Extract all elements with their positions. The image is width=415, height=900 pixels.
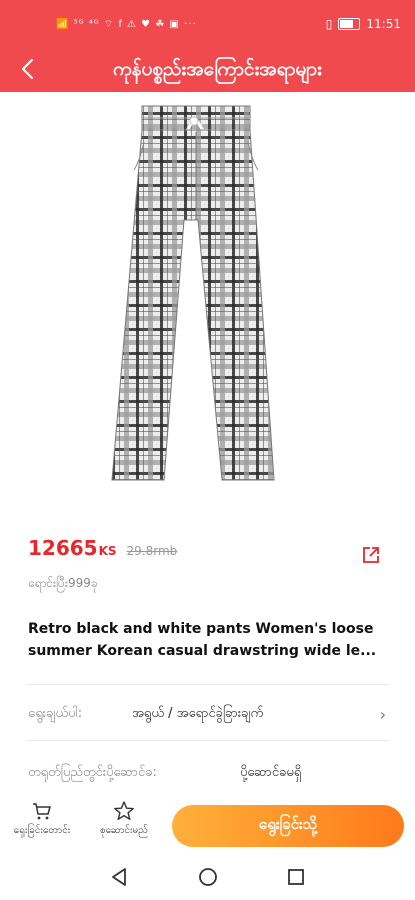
price-row: 12665KS 29.8rmb xyxy=(28,536,177,560)
divider xyxy=(28,740,390,741)
divider xyxy=(28,684,390,685)
star-icon xyxy=(114,801,134,820)
product-title: Retro black and white pants Women's loos… xyxy=(28,618,393,662)
spec-value: အရွယ် / အရောင်ခွဲခြားချက် xyxy=(132,706,264,721)
nav-home-icon[interactable] xyxy=(196,865,220,889)
status-icons: 📶 ⁵ᴳ ⁴ᴳ ⌔ f ⚠ ♥ ☘ ▣ ··· xyxy=(56,19,197,30)
buy-button[interactable]: ရွေးခြင်းသို့ xyxy=(172,805,404,847)
bottom-action-bar: ရှေးခြင်းတောင်း စုဆောင်းမည် ရွေးခြင်းသို… xyxy=(0,795,415,855)
chevron-right-icon: › xyxy=(379,705,386,724)
back-icon[interactable] xyxy=(14,54,44,84)
spec-label: ရွေးချယ်ပါ: xyxy=(28,706,83,721)
page-title: ကုန်ပစ္စည်းအကြောင်းအရာများ xyxy=(113,58,322,80)
product-title-line-1: Retro black and white pants Women's loos… xyxy=(28,621,374,637)
shipping-label: တရုတ်ပြည်တွင်းပို့ဆောင်ခ: xyxy=(28,765,157,780)
product-title-line-2: summer Korean casual drawstring wide le.… xyxy=(28,643,377,659)
status-right: ▯ 11:51 xyxy=(326,17,401,31)
share-icon[interactable] xyxy=(361,545,381,565)
spec-selector[interactable]: ရွေးချယ်ပါ: အရွယ် / အရောင်ခွဲခြားချက် › xyxy=(28,703,390,727)
system-nav-bar xyxy=(0,855,415,900)
price: 12665 xyxy=(28,536,98,560)
sold-count: ရောင်းပြီး999ခု xyxy=(28,576,98,590)
favorite-tab[interactable]: စုဆောင်းမည် xyxy=(84,801,164,838)
cart-label: ရှေးခြင်းတောင်း xyxy=(13,825,71,836)
favorite-label: စုဆောင်းမည် xyxy=(100,825,148,836)
battery-icon xyxy=(338,18,361,30)
status-bar: 📶 ⁵ᴳ ⁴ᴳ ⌔ f ⚠ ♥ ☘ ▣ ··· ▯ 11:51 xyxy=(0,0,415,46)
status-time: 11:51 xyxy=(366,17,401,31)
app-bar: ကုန်ပစ္စည်းအကြောင်းအရာများ xyxy=(0,46,415,92)
original-price: 29.8rmb xyxy=(126,544,178,558)
currency: KS xyxy=(98,544,117,558)
vibrate-icon: ▯ xyxy=(325,17,333,31)
nav-recents-icon[interactable] xyxy=(284,865,308,889)
nav-back-icon[interactable] xyxy=(108,865,132,889)
shipping-value: ပို့ဆောင်ခမရှိ xyxy=(240,765,302,780)
cart-tab[interactable]: ရှေးခြင်းတောင်း xyxy=(2,801,82,838)
product-image[interactable] xyxy=(100,100,300,495)
cart-icon xyxy=(33,803,51,820)
